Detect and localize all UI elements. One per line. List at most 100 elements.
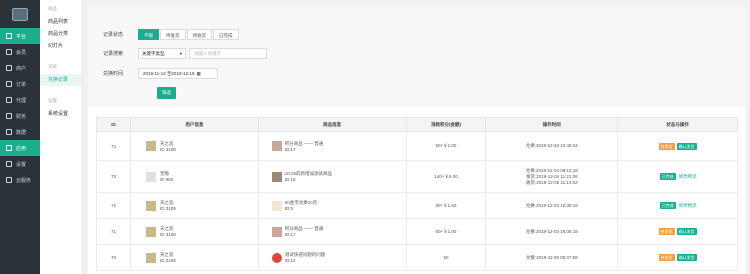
subnav-item-exchange-records[interactable]: 兑换记录 xyxy=(40,74,82,86)
sidebar-item-0[interactable]: 平台 xyxy=(0,28,40,44)
status-badge: 已完成 xyxy=(659,173,676,180)
goods-id: ID:5 xyxy=(284,206,294,211)
sidebar-item-label: 订单 xyxy=(16,81,27,88)
goods-thumbnail xyxy=(271,200,282,211)
user-id: ID 3109 xyxy=(159,206,176,211)
keyword-type-select[interactable]: 关键字类型 ▾ xyxy=(138,48,186,59)
chevron-down-icon: ▾ xyxy=(179,50,182,56)
table-row: 72 天之涯 ID 3109 50金币兑换10元 ID:5 50+￥1.50 兑换:2019… xyxy=(96,192,738,219)
table-row: 71 天之涯 ID 3109 积分商品 —— 普通 ID:17 50+￥1.00 兑换:20… xyxy=(96,218,738,245)
records-table: ID 用户信息 商品信息 消耗积分(金额) 操作时间 状态与操作 74 天之涯 ID… xyxy=(96,117,738,271)
col-header-time: 操作时间 xyxy=(485,117,619,132)
table-row: 70 天之涯 ID 3109 测试快递问题的问题 ID:12 50 兑换:2019-11-2… xyxy=(96,244,738,271)
sidebar-item-7[interactable]: 应用 xyxy=(0,140,40,156)
search-input[interactable]: 请输入关键字 xyxy=(189,48,267,59)
filter-panel: 记录状态 不限 待发货 待收货 已完成 记录搜索 关键字类型 ▾ 请输入关键字 … xyxy=(88,7,746,107)
status-actions: 已完成 修改物流 xyxy=(617,192,738,219)
cost: 50+￥1.50 xyxy=(405,192,487,219)
user-id: ID 3109 xyxy=(159,146,176,152)
operation-times: 兑换:2019-12-03 16:38:18 xyxy=(485,218,619,245)
row-id: 73 xyxy=(96,160,131,193)
avatar xyxy=(145,252,156,263)
sidebar-item-5[interactable]: 财务 xyxy=(0,108,40,124)
chart-icon xyxy=(6,129,12,135)
operation-times: 兑换:2019-12-03 15:39:18 xyxy=(485,192,619,219)
app-icon xyxy=(6,145,12,151)
goods-thumbnail xyxy=(271,252,282,263)
status-actions: 待发货 确认发货 xyxy=(617,218,738,245)
confirm-ship-button[interactable]: 确认发货 xyxy=(676,142,697,150)
goods-id: ID:17 xyxy=(284,146,296,152)
status-actions: 待发货 确认发货 xyxy=(617,244,738,271)
subnav-group-records: 记录 xyxy=(48,64,57,69)
status-tab-pending-ship[interactable]: 待发货 xyxy=(160,29,186,40)
goods-id: ID:12 xyxy=(284,258,296,263)
status-badge: 待发货 xyxy=(658,254,675,261)
goods-id: ID:18 xyxy=(284,177,296,182)
operation-times: 兑换:2019-11-29 09:37:59 xyxy=(485,244,619,271)
goods-thumbnail xyxy=(271,226,282,237)
date-range-value: 2019-11-13 至2019-12-19 xyxy=(143,71,195,76)
sidebar-item-label: 商户 xyxy=(16,65,27,72)
col-header-goods: 商品信息 xyxy=(257,117,407,132)
date-range-picker[interactable]: 2019-11-13 至2019-12-19 ▦ xyxy=(138,68,218,79)
sidebar-item-label: 财务 xyxy=(16,113,27,120)
avatar xyxy=(145,141,156,151)
operation-times: 兑换:2019-12-10 10:45:34 xyxy=(485,131,619,161)
list-icon xyxy=(6,81,12,87)
status-tab-pending-receive[interactable]: 待收货 xyxy=(186,29,212,40)
sidebar-item-label: 数据 xyxy=(16,129,27,136)
cost: 50+￥1.00 xyxy=(405,218,487,245)
subnav-item-goods-list[interactable]: 商品列表 xyxy=(40,16,82,28)
status-tab-completed[interactable]: 已完成 xyxy=(213,29,239,40)
edit-logistics-link[interactable]: 修改物流 xyxy=(679,203,697,208)
status-actions: 已完成 修改物流 xyxy=(617,160,738,193)
sidebar-item-1[interactable]: 会员 xyxy=(0,44,40,60)
avatar xyxy=(145,171,156,182)
avatar xyxy=(145,200,156,211)
table-row: 74 天之涯 ID 3109 积分商品 —— 普通 ID:17 50+￥1.00 兑换:20… xyxy=(96,131,738,161)
time-label: 兑换时间 xyxy=(103,71,124,77)
wallet-icon xyxy=(6,113,12,119)
goods-thumbnail xyxy=(271,171,282,182)
operation-time: 兑换:2019-11-29 09:37:59 xyxy=(525,254,578,260)
sidebar-item-9[interactable]: 云服务 xyxy=(0,172,40,188)
status-badge: 已完成 xyxy=(659,202,676,209)
subnav-item-goods-category[interactable]: 商品分类 xyxy=(40,28,82,40)
status-tab-all[interactable]: 不限 xyxy=(138,29,159,40)
sidebar-item-3[interactable]: 订单 xyxy=(0,76,40,92)
sidebar-item-label: 代理 xyxy=(16,97,27,104)
col-header-user: 用户信息 xyxy=(129,117,259,132)
confirm-ship-button[interactable]: 确认发货 xyxy=(676,254,697,261)
status-label: 记录状态 xyxy=(103,32,124,38)
operation-time: 兑换:2019-12-03 16:38:18 xyxy=(525,228,578,234)
subnav-item-system-settings[interactable]: 系统设置 xyxy=(40,108,82,120)
status-actions: 待发货 确认发货 xyxy=(617,131,738,161)
user-id: ID 3109 xyxy=(159,258,176,263)
col-header-id: ID xyxy=(96,117,131,132)
subnav-group-goods: 商品 xyxy=(48,6,57,11)
shop-icon xyxy=(6,65,12,71)
cost: 50+￥1.00 xyxy=(405,131,487,161)
sidebar-item-6[interactable]: 数据 xyxy=(0,124,40,140)
edit-logistics-link[interactable]: 修改物流 xyxy=(679,174,697,179)
subnav-item-slides[interactable]: 幻灯片 xyxy=(40,40,82,52)
search-label: 记录搜索 xyxy=(103,51,124,57)
sidebar-item-4[interactable]: 代理 xyxy=(0,92,40,108)
cost: 50 xyxy=(405,244,487,271)
sidebar-item-label: 云服务 xyxy=(16,177,32,184)
subnav-group-settings: 设置 xyxy=(48,98,57,103)
sidebar-item-8[interactable]: 设置 xyxy=(0,156,40,172)
user-id: ID 3109 xyxy=(159,232,176,237)
sidebar-item-label: 应用 xyxy=(16,145,27,152)
confirm-ship-button[interactable]: 确认发货 xyxy=(676,228,697,235)
monitor-icon xyxy=(6,33,12,39)
operation-times: 兑换:2019-12-04 09:10:18 发货:2019-12-04 11:2… xyxy=(485,160,619,193)
sidebar-item-2[interactable]: 商户 xyxy=(0,60,40,76)
keyword-type-value: 关键字类型 xyxy=(142,50,165,56)
row-id: 72 xyxy=(96,192,131,219)
filter-button[interactable]: 筛选 xyxy=(157,87,176,99)
main-content: 记录状态 不限 待发货 待收货 已完成 记录搜索 关键字类型 ▾ 请输入关键字 … xyxy=(88,7,746,274)
row-id: 71 xyxy=(96,218,131,245)
operation-time: 收货:2019-12-05 11:14:02 xyxy=(525,179,578,185)
